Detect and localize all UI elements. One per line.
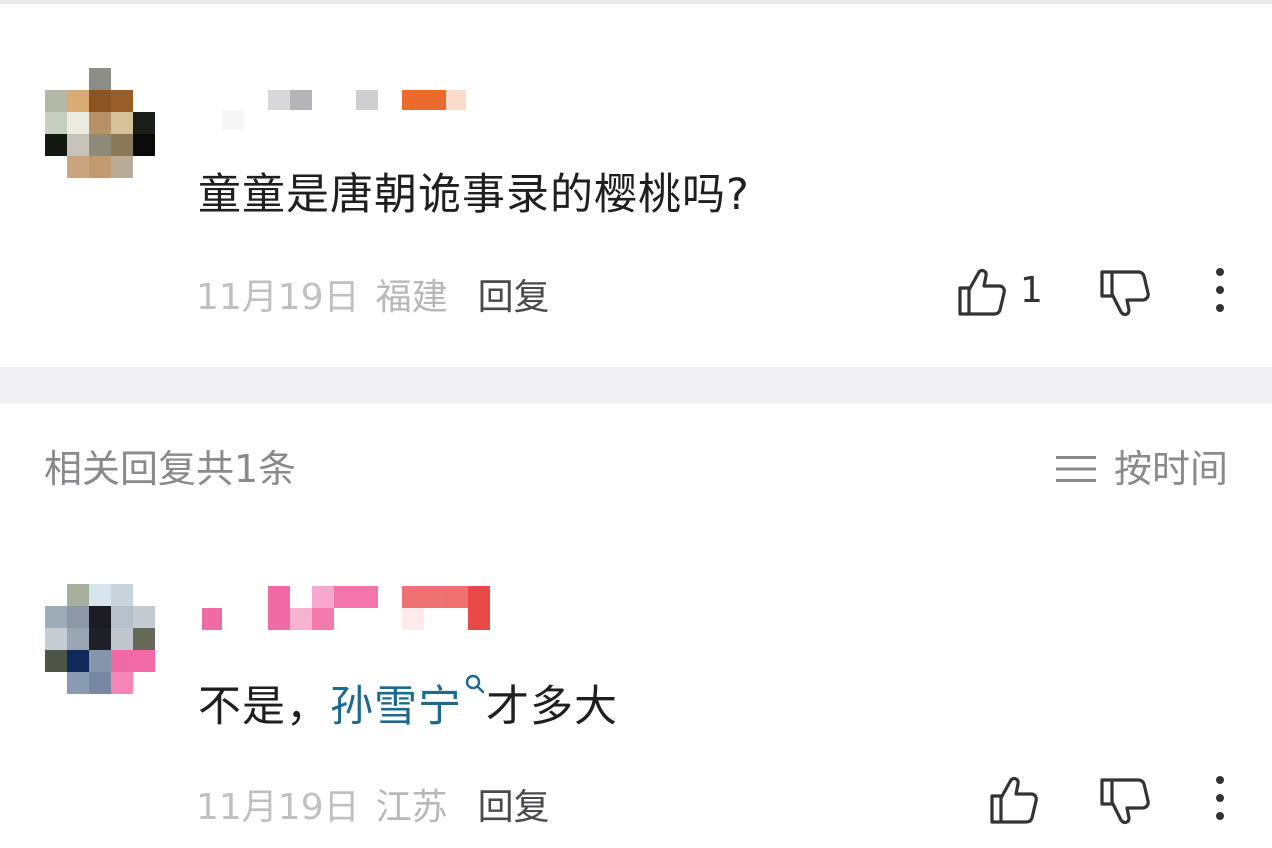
thumbs-up-icon[interactable] [954,264,1010,320]
sort-button[interactable]: 按时间 [1055,438,1228,493]
comment-item: 不是，孙雪宁 才多大 11月19日 江苏 回复 [0,560,1272,848]
comment-text-part: 才多大 [486,682,618,732]
comment-item: 童童是唐朝诡事录的樱桃吗? 11月19日 福建 回复 1 [0,0,1272,367]
reply-button[interactable]: 回复 [478,787,550,828]
comment-meta: 11月19日 福建 回复 [196,268,550,320]
comment-location: 福建 [375,277,448,318]
comment-text: 童童是唐朝诡事录的樱桃吗? [198,170,750,220]
comment-date: 11月19日 [196,277,360,318]
comment-location: 江苏 [375,787,448,828]
comment-text: 不是，孙雪宁 才多大 [198,672,618,734]
sort-label: 按时间 [1113,447,1228,491]
more-vertical-icon[interactable] [1192,262,1248,318]
avatar[interactable] [45,68,157,198]
comment-text-part: 不是， [198,682,330,732]
thumbs-down-icon[interactable] [1098,774,1154,830]
replies-count-title: 相关回复共1条 [44,447,297,491]
avatar[interactable] [45,584,157,714]
comment-meta: 11月19日 江苏 回复 [196,778,550,830]
username-blurred[interactable] [200,584,500,634]
sort-lines-icon [1055,456,1096,482]
thumbs-down-icon[interactable] [1098,266,1154,322]
like-count: 1 [1020,270,1043,311]
search-icon[interactable] [464,673,486,695]
thumbs-up-icon[interactable] [986,772,1042,828]
comment-date: 11月19日 [196,787,360,828]
mention-link[interactable]: 孙雪宁 [330,682,462,732]
username-blurred[interactable] [200,88,500,138]
reply-button[interactable]: 回复 [478,277,550,318]
more-vertical-icon[interactable] [1192,770,1248,826]
section-divider [0,367,1272,403]
